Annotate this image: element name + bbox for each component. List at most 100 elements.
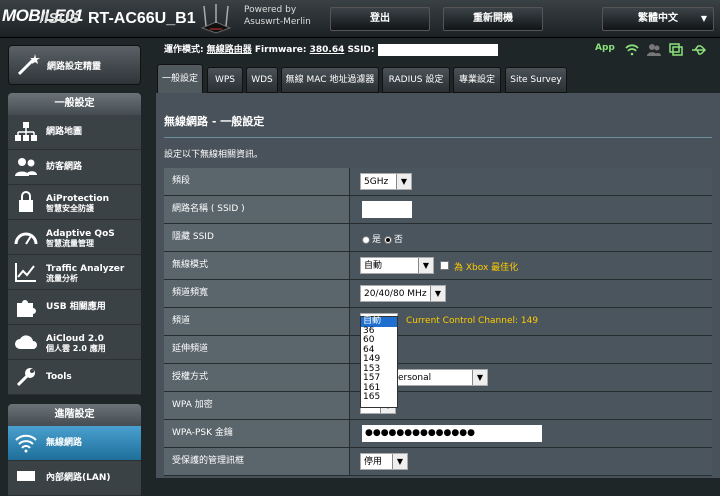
row-hide-ssid: 隱藏 SSID 是 否 [164,224,712,252]
sidebar-item-label: 網路地圖 [46,127,83,137]
sidebar-item-tools[interactable]: Tools [8,360,141,395]
gauge-icon [14,232,38,245]
sidebar-item-label: 內部網路(LAN) [46,473,111,483]
wifi-status-icon[interactable] [625,43,639,56]
sidebar-item-label: AiProtection [46,194,109,204]
hide-ssid-label: 隱藏 SSID [164,224,350,251]
firmware-link[interactable]: 380.64 [310,45,345,55]
status-icons: App [595,43,715,57]
network-map-icon [15,122,37,141]
status-line: 運作模式: 無線路由器 Firmware: 380.64 SSID: [164,42,498,56]
ssid-input[interactable] [362,201,412,218]
hide-ssid-no-radio[interactable] [383,235,392,244]
bandwidth-value: 20/40/80 MHz [364,289,427,299]
reboot-button[interactable]: 重新開機 [443,7,543,31]
row-wireless-mode: 無線模式 自動 ▼ 為 Xbox 最佳化 [164,252,712,280]
sidebar-item-adaptive-qos[interactable]: Adaptive QoS 智慧流量管理 [8,220,141,255]
tab-site-survey[interactable]: Site Survey [505,67,567,93]
row-auth: 授權方式 WPA2-Personal▼ [164,364,712,392]
sidebar-item-aicloud[interactable]: AiCloud 2.0 個人雲 2.0 應用 [8,325,141,360]
sidebar-item-sublabel: 個人雲 2.0 應用 [46,344,106,353]
lan-icon [17,471,35,481]
sidebar-item-usb[interactable]: USB 相關應用 [8,290,141,325]
advanced-menu: 無線網路 內部網路(LAN) [8,426,141,496]
sidebar-item-network-map[interactable]: 網路地圖 [8,115,141,150]
app-link[interactable]: App [595,43,615,53]
chevron-down-icon: ▼ [700,14,707,23]
ext-channel-label: 延伸頻道 [164,336,350,363]
clients-icon[interactable] [647,43,661,56]
logout-button[interactable]: 登出 [330,7,430,31]
psk-input[interactable]: ●●●●●●●●●●●●●● [362,425,542,442]
quick-setup-button[interactable]: 網路設定精靈 [8,45,141,85]
wireless-form: 頻段 5GHz ▼ 網路名稱 ( SSID ) 隱藏 SSID 是 否 無線模式 [164,168,712,476]
chevron-down-icon: ▼ [396,174,411,189]
tab-wds[interactable]: WDS [246,67,278,93]
channel-label: 頻道 [164,308,350,335]
sidebar-item-sublabel: 智慧安全防護 [46,204,94,213]
settings-panel: 無線網路 - 一般設定 設定以下無線相關資訊。 頻段 5GHz ▼ 網路名稱 ( … [156,93,720,478]
pmf-select[interactable]: 停用 ▼ [360,453,408,470]
current-channel-text: Current Control Channel: 149 [406,316,539,326]
ssid-field-label: 網路名稱 ( SSID ) [164,196,350,223]
sidebar-item-sublabel: 智慧流量管理 [46,239,94,248]
mode-label: 運作模式: [164,45,204,55]
quick-setup-label: 網路設定精靈 [47,62,102,72]
wireless-mode-value: 自動 [364,261,383,271]
chevron-down-icon: ▼ [418,258,433,273]
sidebar-item-aiprotection[interactable]: AiProtection 智慧安全防護 [8,185,141,220]
tab-general[interactable]: 一般設定 [157,64,203,94]
tab-professional[interactable]: 專業設定 [453,67,501,93]
sidebar-item-label: 無線網路 [46,438,83,448]
wireless-mode-label: 無線模式 [164,252,350,279]
row-channel: 頻道 自動 Current Control Channel: 149 [164,308,712,336]
router-icon [200,4,232,34]
tab-radius[interactable]: RADIUS 設定 [382,67,450,93]
psk-label: WPA-PSK 金鑰 [164,420,350,447]
network-status-icon[interactable] [669,43,683,56]
panel-description: 設定以下無線相關資訊。 [164,150,264,160]
hide-ssid-yes-radio[interactable] [362,235,370,244]
bandwidth-label: 頻道頻寬 [164,280,350,307]
auth-label: 授權方式 [164,364,350,391]
sidebar-item-lan[interactable]: 內部網路(LAN) [8,461,141,496]
mode-link[interactable]: 無線路由器 [207,45,252,55]
sidebar-item-wireless[interactable]: 無線網路 [8,426,141,461]
wrench-icon [16,368,35,387]
row-band: 頻段 5GHz ▼ [164,168,712,196]
magic-wand-icon [17,54,40,76]
ssid-value-box [377,43,498,56]
bandwidth-select[interactable]: 20/40/80 MHz ▼ [360,285,446,302]
top-bar: MOBILE01 /ISUS RT-AC66U_B1 Powered by As… [0,0,720,38]
advanced-heading: 進階設定 [8,404,141,426]
band-value: 5GHz [364,177,389,187]
language-select[interactable]: 繁體中文 ▼ [602,7,714,31]
sidebar-item-guest-network[interactable]: 訪客網路 [8,150,141,185]
channel-dropdown-list: 自動 36 60 64 149 153 157 161 165 [360,316,398,408]
cloud-icon [15,335,37,349]
sidebar-item-traffic-analyzer[interactable]: Traffic Analyzer 流量分析 [8,255,141,290]
wpa-enc-label: WPA 加密 [164,392,350,419]
tab-mac-filter[interactable]: 無線 MAC 地址過濾器 [281,67,379,93]
lock-icon [19,191,33,212]
divider [164,137,712,138]
hide-yes-label: 是 [372,235,382,245]
wifi-icon [15,434,37,453]
band-label: 頻段 [164,168,350,195]
row-wpa-enc: WPA 加密 AES▼ [164,392,712,420]
row-ext-channel: 延伸頻道 [164,336,712,364]
sidebar: 網路設定精靈 一般設定 網路地圖 訪客網路 AiProtection 智慧安全防… [0,38,150,496]
wireless-mode-select[interactable]: 自動 ▼ [360,257,434,274]
sidebar-item-label: Tools [46,372,72,382]
xbox-checkbox[interactable] [440,261,449,270]
band-select[interactable]: 5GHz ▼ [360,173,412,190]
tab-wps[interactable]: WPS [207,67,243,93]
channel-option[interactable]: 165 [361,392,397,403]
language-value: 繁體中文 [638,13,678,24]
chevron-down-icon: ▼ [472,370,487,385]
sidebar-item-label: Traffic Analyzer [46,264,125,274]
sidebar-item-label: AiCloud 2.0 [46,334,104,344]
sidebar-item-label: 訪客網路 [46,162,83,172]
usb-status-icon[interactable] [691,43,707,56]
row-bandwidth: 頻道頻寬 20/40/80 MHz ▼ [164,280,712,308]
